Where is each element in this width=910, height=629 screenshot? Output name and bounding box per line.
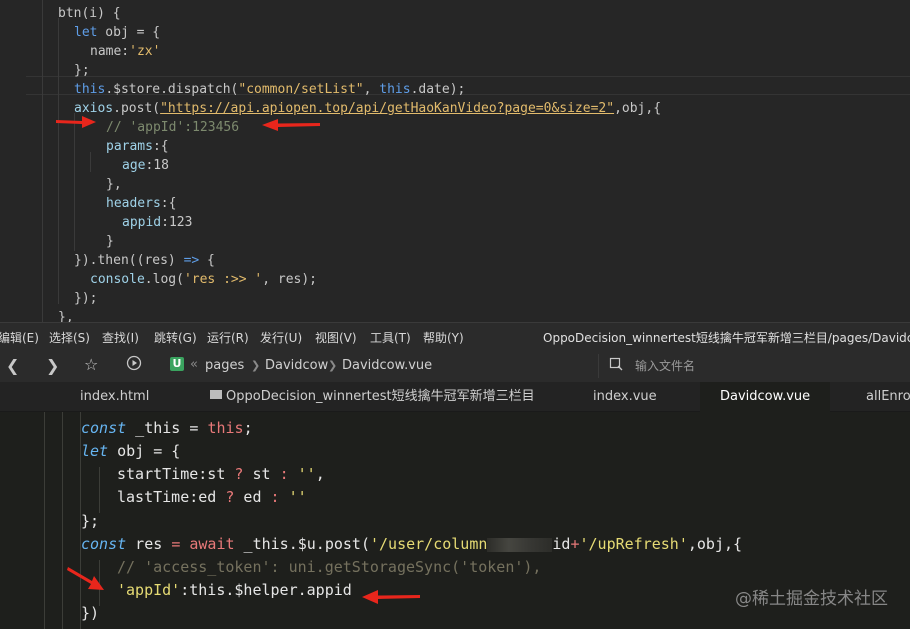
- code-line: }).then((res) => {: [74, 253, 215, 268]
- code-line: appid:123: [122, 215, 193, 230]
- menu-help[interactable]: 帮助(Y): [423, 329, 464, 346]
- code-line: // 'appId':123456: [106, 120, 240, 135]
- forward-arrow-icon[interactable]: ❯: [46, 356, 59, 375]
- breadcrumb-item-pages[interactable]: pages: [205, 358, 244, 373]
- chevron-right-icon: ❯: [251, 359, 261, 372]
- breadcrumb-item-file[interactable]: Davidcow.vue: [342, 358, 432, 373]
- run-icon[interactable]: [126, 355, 142, 375]
- menu-edit[interactable]: 编辑(E): [0, 329, 39, 346]
- code-line: axios.post("https://api.apiopen.top/api/…: [74, 101, 662, 116]
- indent-guide: [44, 412, 45, 629]
- code-line: },: [58, 310, 74, 322]
- menu-bar: 编辑(E) 选择(S) 查找(I) 跳转(G) 运行(R) 发行(U) 视图(V…: [0, 322, 910, 350]
- code-line: },: [106, 177, 122, 192]
- code-line: }): [81, 604, 100, 622]
- menu-run[interactable]: 运行(R): [207, 329, 249, 346]
- editor-tab-bar: index.html OppoDecision_winnertest短线擒牛冠军…: [0, 382, 910, 412]
- menu-find[interactable]: 查找(I): [102, 329, 139, 346]
- indent-guide: [90, 152, 91, 172]
- code-line: }: [106, 234, 114, 249]
- indent-guide: [74, 113, 75, 251]
- file-search-input[interactable]: [635, 356, 895, 376]
- code-line: age:18: [122, 158, 169, 173]
- chevron-right-icon: ❯: [328, 359, 338, 372]
- breadcrumb-prefix: «: [190, 357, 198, 372]
- code-line: };: [74, 63, 90, 78]
- tab-davidcow-vue[interactable]: Davidcow.vue: [700, 382, 831, 412]
- top-code-editor[interactable]: btn(i) { let obj = { name:'zx'}; this.$stor…: [0, 0, 910, 322]
- code-line: headers:{: [106, 196, 177, 211]
- annotation-arrow-down-right: [67, 567, 104, 590]
- code-line: // 'access_token': uni.getStorageSync('t…: [117, 558, 542, 576]
- folder-icon: [210, 390, 222, 399]
- code-line: };: [81, 512, 100, 530]
- tab-label: OppoDecision_winnertest短线擒牛冠军新增三栏目: [226, 389, 535, 404]
- file-search-icon: [609, 357, 623, 375]
- code-line: let obj = {: [74, 25, 161, 40]
- menu-tools[interactable]: 工具(T): [370, 329, 411, 346]
- code-line: const _this = this;: [81, 419, 253, 437]
- indent-guide: [62, 412, 63, 629]
- tab-allenrol[interactable]: allEnrol: [866, 382, 910, 412]
- menu-select[interactable]: 选择(S): [49, 329, 90, 346]
- code-line: name:'zx': [90, 44, 161, 59]
- code-line: const res = await _this.$u.post('/user/c…: [81, 535, 743, 553]
- annotation-arrow-right: [56, 116, 96, 128]
- annotation-arrow-left: [362, 590, 420, 604]
- code-line: console.log('res :>> ', res);: [90, 272, 318, 287]
- project-badge: U: [170, 357, 184, 371]
- code-line: });: [74, 291, 98, 306]
- indent-guide: [42, 0, 43, 322]
- star-icon[interactable]: ☆: [84, 355, 98, 374]
- menu-goto[interactable]: 跳转(G): [154, 329, 197, 346]
- file-search: [598, 354, 910, 378]
- code-line: startTime:st ? st : '',: [117, 465, 325, 483]
- tab-label: Davidcow.vue: [720, 389, 811, 404]
- tab-project-folder[interactable]: OppoDecision_winnertest短线擒牛冠军新增三栏目: [210, 382, 535, 412]
- indent-guide: [58, 18, 59, 304]
- tab-index-vue[interactable]: index.vue: [593, 382, 657, 412]
- code-line: 'appId':this.$helper.appid: [117, 581, 352, 599]
- code-line: lastTime:ed ? ed : '': [117, 488, 307, 506]
- tab-label: index.vue: [593, 389, 657, 404]
- code-line: this.$store.dispatch("common/setList", t…: [74, 82, 466, 97]
- tab-index-html[interactable]: index.html: [80, 382, 149, 412]
- menu-view[interactable]: 视图(V): [315, 329, 357, 346]
- tab-label: index.html: [80, 389, 150, 404]
- menu-publish[interactable]: 发行(U): [260, 329, 302, 346]
- code-line: params:{: [106, 139, 169, 154]
- indent-guide: [99, 467, 100, 513]
- annotation-arrow-left: [262, 119, 320, 131]
- tab-label: allEnrol: [866, 389, 910, 404]
- code-line: let obj = {: [81, 442, 181, 460]
- breadcrumb-item-davidcow[interactable]: Davidcow: [265, 358, 328, 373]
- back-arrow-icon[interactable]: ❮: [6, 356, 19, 375]
- toolbar: ❮ ❯ ☆ U « pages ❯ Davidcow ❯ Davidcow.vu…: [0, 350, 910, 382]
- window-title: OppoDecision_winnertest短线擒牛冠军新增三栏目/pages…: [543, 331, 910, 345]
- code-line: btn(i) {: [58, 6, 121, 21]
- watermark: @稀土掘金技术社区: [735, 589, 888, 609]
- redacted-blur: [487, 537, 553, 552]
